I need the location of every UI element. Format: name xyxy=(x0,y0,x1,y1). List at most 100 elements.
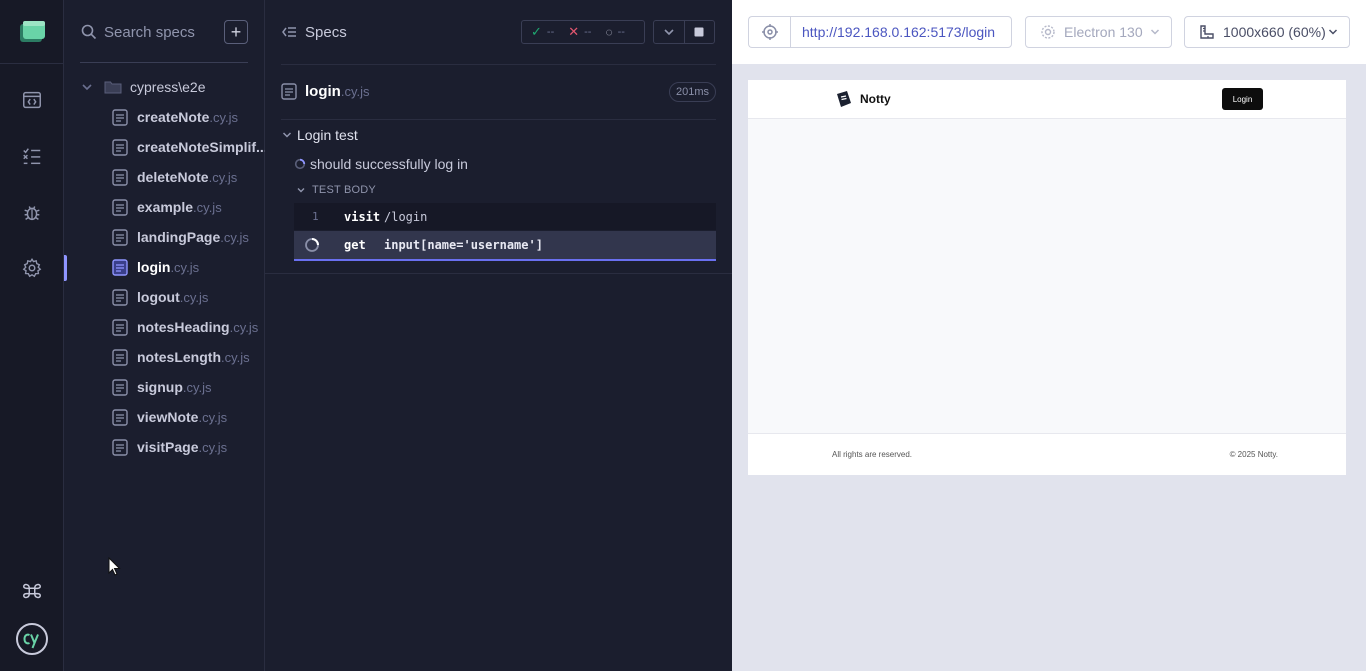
folder-icon xyxy=(104,81,122,94)
test-row[interactable]: should successfully log in xyxy=(294,155,468,173)
debug-bug-icon[interactable] xyxy=(16,196,48,228)
search-specs-input[interactable] xyxy=(104,20,214,44)
spec-file-viewnote[interactable]: viewNote .cy.js xyxy=(112,406,265,428)
browser-selector[interactable]: Electron 130 xyxy=(1025,16,1172,48)
spec-file-login[interactable]: login .cy.js xyxy=(112,256,265,278)
spec-file-notesheading[interactable]: notesHeading .cy.js xyxy=(112,316,265,338)
chevron-down-icon xyxy=(82,84,92,91)
app-under-test-panel: http://192.168.0.162:5173/login Electron… xyxy=(732,0,1366,671)
spec-file-visitpage[interactable]: visitPage .cy.js xyxy=(112,436,265,458)
failed-stat: ✕ -- xyxy=(568,24,592,39)
url-bar[interactable]: http://192.168.0.162:5173/login xyxy=(790,16,1012,48)
file-icon xyxy=(112,378,128,396)
spec-file-signup[interactable]: signup .cy.js xyxy=(112,376,265,398)
command-spinner xyxy=(294,237,338,253)
file-icon xyxy=(112,198,128,216)
reporter-header: Specs ✓ -- ✕ -- ◌ -- xyxy=(265,0,732,64)
file-icon xyxy=(112,138,128,156)
x-icon: ✕ xyxy=(568,24,580,39)
run-controls xyxy=(653,20,715,44)
spec-file-ext: .cy.js xyxy=(170,259,200,275)
file-icon xyxy=(112,318,128,336)
command-row-active[interactable]: get input[name='username'] xyxy=(294,231,716,261)
mouse-cursor-icon xyxy=(108,557,121,576)
reporter-title: Specs xyxy=(305,24,347,41)
spec-file-example[interactable]: example .cy.js xyxy=(112,196,265,218)
file-icon xyxy=(112,438,128,456)
settings-gear-icon[interactable] xyxy=(16,252,48,284)
aut-iframe: Notty Login All rights are reserved. © 2… xyxy=(748,80,1346,475)
browser-gear-icon xyxy=(1041,25,1055,39)
runs-nav-icon[interactable] xyxy=(16,140,48,172)
running-spec-row: login.cy.js 201ms xyxy=(281,80,716,104)
viewport-selector[interactable]: 1000x660 (60%) xyxy=(1184,16,1350,48)
app-footer: All rights are reserved. © 2025 Notty. xyxy=(748,433,1346,475)
spec-file-name: landingPage xyxy=(137,229,221,245)
suite-row[interactable]: Login test xyxy=(281,126,358,144)
spec-file-createnotesimplif[interactable]: createNoteSimplif... xyxy=(112,136,265,158)
chevron-down-icon xyxy=(282,132,292,138)
specs-nav-icon[interactable] xyxy=(16,84,48,116)
spec-file-name: viewNote xyxy=(137,409,199,425)
app-window-icon[interactable] xyxy=(16,16,48,48)
footer-copyright: © 2025 Notty. xyxy=(1229,450,1278,459)
viewport-label: 1000x660 (60%) xyxy=(1223,24,1326,40)
spec-file-ext: .cy.js xyxy=(193,199,222,215)
cypress-logo-icon[interactable] xyxy=(15,622,49,656)
crosshair-icon xyxy=(761,24,778,40)
test-title: should successfully log in xyxy=(310,156,468,172)
test-stats: ✓ -- ✕ -- ◌ -- xyxy=(521,20,645,44)
test-body-label: TEST BODY xyxy=(312,184,376,196)
test-body-toggle[interactable]: TEST BODY xyxy=(296,183,376,197)
spec-file-name: createNote xyxy=(137,109,210,125)
command-name: visit xyxy=(344,209,381,224)
reporter-panel: Specs ✓ -- ✕ -- ◌ -- login.cy.js 201ms Logi… xyxy=(265,0,732,671)
file-icon xyxy=(112,288,128,306)
app-brand-name: Notty xyxy=(860,92,891,106)
command-name: get xyxy=(344,238,366,252)
spec-file-ext: .cy.js xyxy=(198,409,228,425)
spec-file-createnote[interactable]: createNote .cy.js xyxy=(112,106,265,128)
spec-file-logout[interactable]: logout .cy.js xyxy=(112,286,265,308)
spec-file-ext: .cy.js xyxy=(198,439,228,455)
ruler-icon xyxy=(1200,25,1214,39)
spec-file-name: createNoteSimplif... xyxy=(137,139,265,155)
spec-file-deletenote[interactable]: deleteNote .cy.js xyxy=(112,166,265,188)
duration-badge: 201ms xyxy=(668,82,716,102)
expand-dropdown-button[interactable] xyxy=(654,21,684,43)
file-icon xyxy=(281,83,297,100)
selector-playground-button[interactable] xyxy=(748,16,790,48)
file-icon xyxy=(112,108,128,126)
footer-rights-text: All rights are reserved. xyxy=(832,450,913,459)
app-login-button[interactable]: Login xyxy=(1222,88,1263,110)
file-icon xyxy=(112,168,128,186)
command-number: 1 xyxy=(312,210,319,223)
specs-panel: + cypress\e2e createNote.cy.jscreateNote… xyxy=(64,0,265,671)
file-icon xyxy=(112,258,128,276)
add-spec-button[interactable]: + xyxy=(224,20,248,44)
spec-file-name: deleteNote xyxy=(137,169,209,185)
chevron-down-icon xyxy=(1150,29,1160,35)
command-row[interactable]: 1 visit /login xyxy=(294,203,716,230)
pending-circle-icon: ◌ xyxy=(605,25,613,39)
spec-file-landingpage[interactable]: landingPage .cy.js xyxy=(112,226,265,248)
stop-icon xyxy=(694,27,704,37)
folder-row[interactable]: cypress\e2e xyxy=(80,76,205,98)
app-header: Notty Login xyxy=(748,80,1346,119)
spec-file-name: signup xyxy=(137,379,183,395)
chevron-down-icon xyxy=(664,29,674,36)
spec-file-name: logout xyxy=(137,289,180,305)
spec-file-noteslength[interactable]: notesLength .cy.js xyxy=(112,346,265,368)
spec-file-name: notesHeading xyxy=(137,319,230,335)
spec-file-ext: .cy.js xyxy=(221,349,250,365)
keyboard-shortcuts-icon[interactable] xyxy=(16,575,48,607)
chevron-down-icon xyxy=(297,188,305,193)
aut-toolbar: http://192.168.0.162:5173/login Electron… xyxy=(732,0,1366,64)
search-icon xyxy=(81,24,97,40)
running-spinner-icon xyxy=(294,158,306,170)
collapse-specs-icon[interactable] xyxy=(281,24,297,40)
browser-label: Electron 130 xyxy=(1064,24,1143,40)
spec-file-ext: .cy.js xyxy=(209,109,239,125)
stop-button[interactable] xyxy=(683,21,714,43)
passed-stat: ✓ -- xyxy=(531,24,555,39)
